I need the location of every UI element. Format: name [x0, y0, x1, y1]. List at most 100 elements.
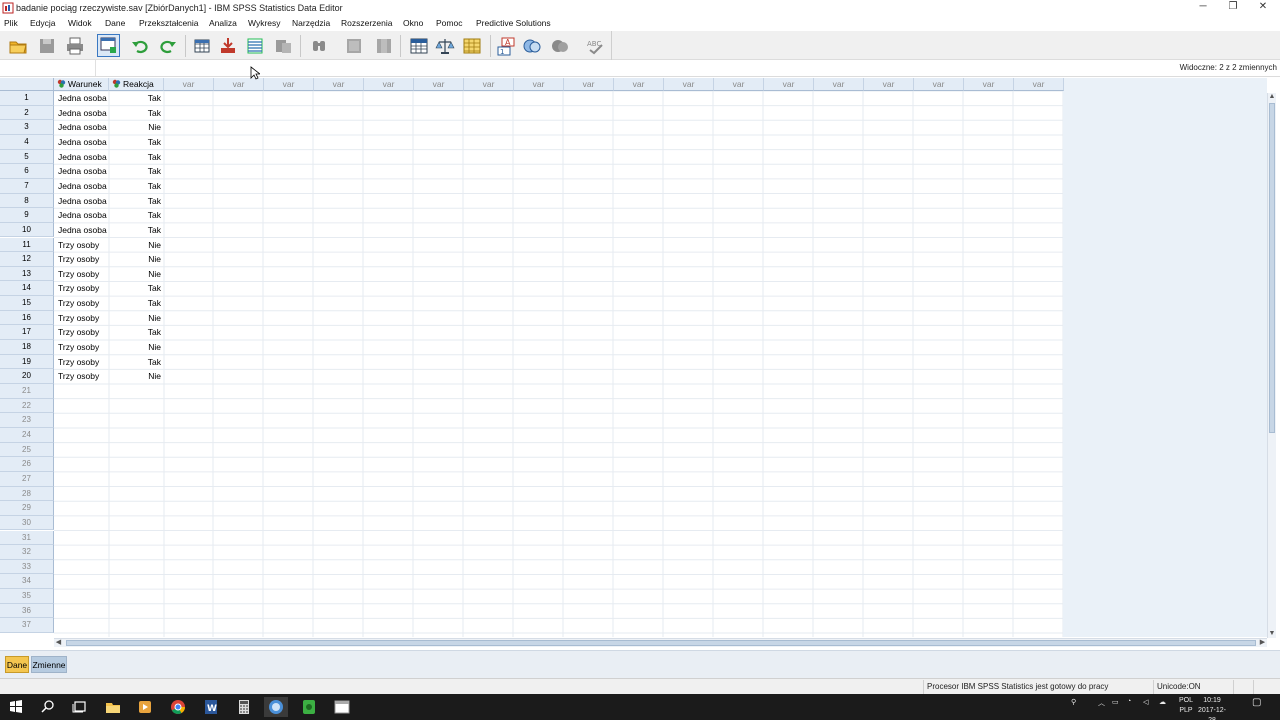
weight-cases-icon[interactable] [435, 36, 455, 56]
cell-warunek[interactable]: Jedna osoba [54, 150, 109, 165]
column-header-var[interactable]: var [914, 78, 964, 91]
window-icon[interactable] [330, 697, 354, 717]
row-header[interactable]: 21 [0, 384, 54, 399]
cell-warunek[interactable]: Trzy osoby [54, 238, 109, 253]
use-sets-icon[interactable] [522, 36, 542, 56]
row-header[interactable]: 29 [0, 501, 54, 516]
row-header[interactable]: 26 [0, 457, 54, 472]
column-header-var[interactable]: var [264, 78, 314, 91]
menu-wykresy[interactable]: Wykresy [248, 18, 281, 28]
row-header[interactable]: 12 [0, 252, 54, 267]
column-header-var[interactable]: var [414, 78, 464, 91]
cell-warunek[interactable]: Trzy osoby [54, 281, 109, 296]
vertical-scrollbar[interactable]: ▲ ▼ [1267, 93, 1276, 638]
cell-reakcja[interactable]: Nie [109, 238, 164, 253]
row-header[interactable]: 27 [0, 471, 54, 487]
cell-warunek[interactable]: Jedna osoba [54, 91, 109, 106]
cell-reakcja[interactable]: Tak [109, 135, 164, 150]
taskbar-clock[interactable]: 10:19 2017-12-28 [1195, 696, 1229, 720]
show-all-variables-icon[interactable] [550, 36, 570, 56]
spss-icon[interactable] [264, 697, 288, 717]
chrome-icon[interactable] [166, 697, 190, 717]
row-header[interactable]: 34 [0, 574, 54, 590]
column-header-var[interactable]: var [614, 78, 664, 91]
save-icon[interactable] [37, 36, 57, 56]
maximize-button[interactable]: ❐ [1218, 0, 1248, 16]
task-view-icon[interactable] [68, 697, 92, 717]
cell-reakcja[interactable]: Tak [109, 208, 164, 223]
menu-widok[interactable]: Widok [68, 18, 92, 28]
menu-narzedzia[interactable]: Narzędzia [292, 18, 330, 28]
column-header-var[interactable]: var [314, 78, 364, 91]
redo-icon[interactable] [158, 36, 178, 56]
row-header[interactable]: 7 [0, 178, 54, 194]
column-header-reakcja[interactable]: Reakcja [109, 78, 164, 91]
goto-case-icon[interactable] [192, 36, 212, 56]
menu-pomoc[interactable]: Pomoc [436, 18, 462, 28]
row-header[interactable]: 10 [0, 222, 54, 238]
cell-reakcja[interactable]: Nie [109, 120, 164, 135]
cell-reakcja[interactable]: Tak [109, 91, 164, 106]
cell-reakcja[interactable]: Nie [109, 369, 164, 384]
cell-reakcja[interactable]: Tak [109, 355, 164, 370]
cell-warunek[interactable]: Jedna osoba [54, 164, 109, 179]
notifications-icon[interactable]: ▢ [1252, 697, 1261, 708]
cell-warunek[interactable]: Trzy osoby [54, 369, 109, 384]
network-icon[interactable]: ◔ [1127, 698, 1131, 705]
cell-warunek[interactable]: Jedna osoba [54, 106, 109, 121]
undo-icon[interactable] [130, 36, 150, 56]
row-header[interactable]: 36 [0, 603, 54, 619]
close-button[interactable]: ✕ [1248, 0, 1278, 16]
cell-warunek[interactable]: Trzy osoby [54, 252, 109, 267]
cell-reakcja[interactable]: Tak [109, 325, 164, 340]
row-header[interactable]: 35 [0, 589, 54, 604]
cell-reakcja[interactable]: Tak [109, 106, 164, 121]
media-player-icon[interactable] [133, 697, 157, 717]
cell-warunek[interactable]: Trzy osoby [54, 267, 109, 282]
row-header[interactable]: 22 [0, 398, 54, 414]
row-header[interactable]: 8 [0, 193, 54, 209]
search-icon[interactable] [36, 697, 60, 717]
cell-reakcja[interactable]: Nie [109, 267, 164, 282]
value-labels-icon[interactable]: A1 [496, 36, 516, 56]
row-header[interactable]: 16 [0, 310, 54, 326]
row-header[interactable]: 28 [0, 486, 54, 502]
cell-reakcja[interactable]: Nie [109, 311, 164, 326]
battery-icon[interactable]: ▭ [1112, 698, 1119, 706]
column-header-var[interactable]: var [164, 78, 214, 91]
menu-przeksztalcenia[interactable]: Przekształcenia [139, 18, 199, 28]
windows-start-icon[interactable] [4, 697, 28, 717]
select-cases-icon[interactable] [462, 36, 482, 56]
menu-analiza[interactable]: Analiza [209, 18, 237, 28]
column-header-var[interactable]: var [714, 78, 764, 91]
column-header-var[interactable]: var [764, 78, 814, 91]
row-header[interactable]: 18 [0, 340, 54, 355]
word-icon[interactable]: W [199, 697, 223, 717]
tray-chevron-icon[interactable]: ︿ [1098, 698, 1105, 708]
cell-reakcja[interactable]: Nie [109, 252, 164, 267]
row-header[interactable]: 11 [0, 237, 54, 253]
cell-warunek[interactable]: Jedna osoba [54, 208, 109, 223]
column-header-var[interactable]: var [514, 78, 564, 91]
menu-predictive-solutions[interactable]: Predictive Solutions [476, 18, 551, 28]
insert-variable-icon[interactable] [374, 36, 394, 56]
spell-check-icon[interactable]: ABC [586, 36, 606, 56]
menu-rozszerzenia[interactable]: Rozszerzenia [341, 18, 393, 28]
row-header[interactable]: 13 [0, 266, 54, 282]
menu-dane[interactable]: Dane [105, 18, 125, 28]
column-header-var[interactable]: var [564, 78, 614, 91]
row-header[interactable]: 3 [0, 120, 54, 135]
menu-plik[interactable]: Plik [4, 18, 18, 28]
run-descriptives-icon[interactable] [273, 36, 293, 56]
cell-warunek[interactable]: Jedna osoba [54, 135, 109, 150]
insert-cases-icon[interactable] [344, 36, 364, 56]
print-icon[interactable] [65, 36, 85, 56]
row-header[interactable]: 5 [0, 149, 54, 165]
scroll-down-arrow-icon[interactable]: ▼ [1268, 630, 1276, 638]
column-header-var[interactable]: var [964, 78, 1014, 91]
row-header[interactable]: 4 [0, 134, 54, 150]
cell-reakcja[interactable]: Nie [109, 340, 164, 355]
open-folder-icon[interactable] [8, 36, 28, 56]
cell-reakcja[interactable]: Tak [109, 296, 164, 311]
split-file-icon[interactable] [409, 36, 429, 56]
